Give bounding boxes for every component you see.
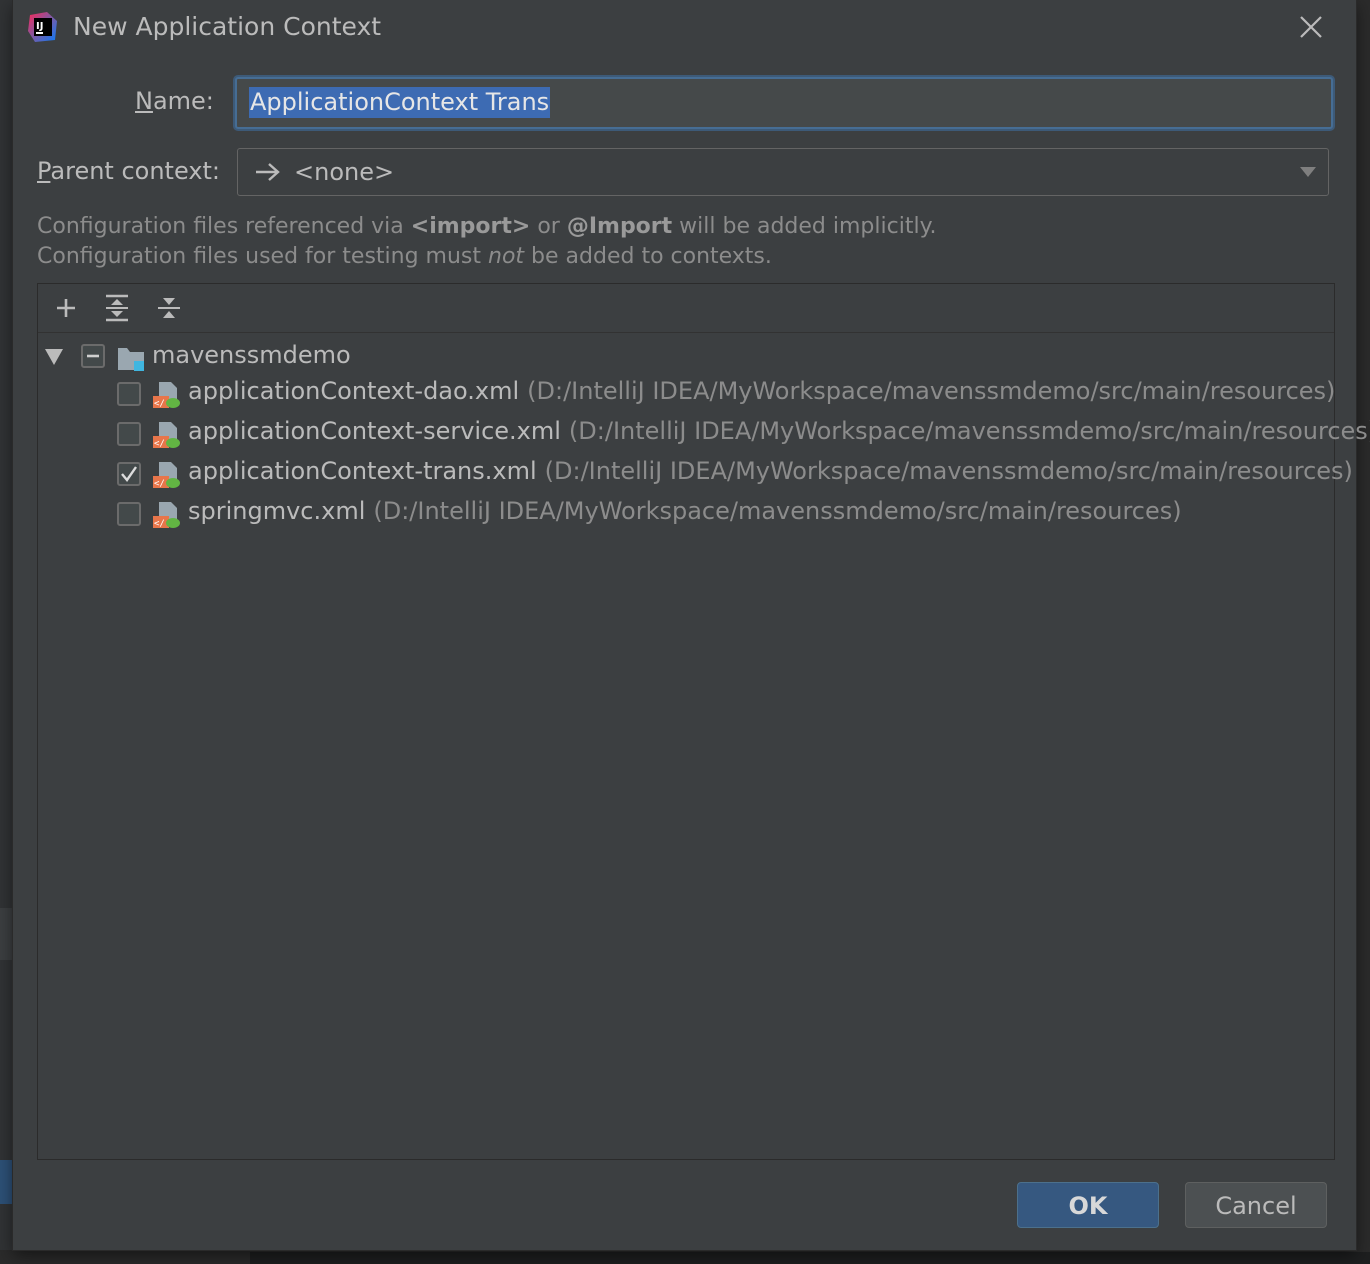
svg-text:</: </ (154, 399, 165, 409)
parent-context-label: Parent context: (37, 157, 221, 185)
collapse-all-icon[interactable] (155, 294, 183, 322)
file-path: (D:/IntelliJ IDEA/MyWorkspace/mavenssmde… (527, 377, 1336, 405)
editor-selection-fragment (0, 1160, 13, 1204)
editor-gutter (0, 0, 13, 1264)
spring-xml-file-icon: </ (153, 502, 180, 529)
tree-root-row[interactable]: mavenssmdemo (38, 338, 1334, 374)
file-name: springmvc.xml (188, 497, 366, 525)
spring-xml-file-icon: </ (153, 462, 180, 489)
file-checkbox[interactable] (117, 422, 141, 446)
expand-all-icon[interactable] (103, 294, 131, 322)
svg-text:</: </ (154, 479, 165, 489)
file-checkbox-checked[interactable] (117, 462, 141, 486)
module-folder-icon (118, 348, 144, 371)
svg-text:IJ: IJ (36, 21, 43, 32)
root-checkbox[interactable] (81, 344, 105, 368)
arrow-right-icon (256, 163, 280, 181)
config-files-tree-panel: mavenssmdemo </ applicationContext-dao.x… (37, 283, 1370, 1160)
tree-file-row[interactable]: </ applicationContext-trans.xml (D:/Intel… (38, 457, 1353, 494)
tree-file-row[interactable]: </ springmvc.xml (D:/IntelliJ IDEA/MyWork… (38, 497, 1334, 534)
editor-bottom-strip (250, 1252, 1370, 1264)
file-path: (D:/IntelliJ IDEA/MyWorkspace/mavenssmde… (373, 497, 1182, 525)
parent-context-select[interactable]: <none> (237, 148, 1329, 196)
file-path: (D:/IntelliJ IDEA/MyWorkspace/mavenssmde… (568, 417, 1370, 445)
config-files-tree: mavenssmdemo </ applicationContext-dao.x… (38, 334, 1370, 1158)
file-checkbox[interactable] (117, 502, 141, 526)
close-icon[interactable] (1296, 12, 1326, 42)
tree-file-row[interactable]: </ applicationContext-dao.xml (D:/Intelli… (38, 377, 1336, 414)
name-input-value: ApplicationContext Trans (249, 87, 551, 118)
info-text-import: Configuration files referenced via <impo… (37, 214, 937, 239)
editor-panel-fragment (0, 908, 13, 960)
tree-root-label: mavenssmdemo (152, 341, 351, 369)
file-checkbox[interactable] (117, 382, 141, 406)
file-path: (D:/IntelliJ IDEA/MyWorkspace/mavenssmde… (544, 457, 1353, 485)
file-name: applicationContext-service.xml (188, 417, 561, 445)
svg-text:</: </ (154, 519, 165, 529)
cancel-button[interactable]: Cancel (1185, 1182, 1327, 1228)
dialog-title: New Application Context (73, 12, 382, 41)
info-text-testing: Configuration files used for testing mus… (37, 244, 772, 269)
spring-xml-file-icon: </ (153, 422, 180, 449)
chevron-down-icon (1300, 167, 1316, 177)
name-input[interactable]: ApplicationContext Trans (235, 77, 1333, 129)
intellij-idea-icon: IJ (28, 12, 57, 42)
ok-button[interactable]: OK (1017, 1182, 1159, 1228)
new-application-context-dialog: IJ New Application Context Name: Applica… (13, 0, 1370, 1250)
tree-file-row[interactable]: </ applicationContext-service.xml (D:/Int… (38, 417, 1370, 454)
svg-text:</: </ (154, 439, 165, 449)
tree-toolbar (38, 284, 1334, 333)
file-name: applicationContext-dao.xml (188, 377, 520, 405)
parent-context-value: <none> (294, 158, 395, 186)
spring-xml-file-icon: </ (153, 382, 180, 409)
name-label: Name: (135, 87, 214, 115)
add-icon[interactable] (52, 294, 80, 322)
editor-right-edge (1356, 0, 1370, 1264)
file-name: applicationContext-trans.xml (188, 457, 537, 485)
expand-triangle-icon[interactable] (44, 348, 64, 366)
